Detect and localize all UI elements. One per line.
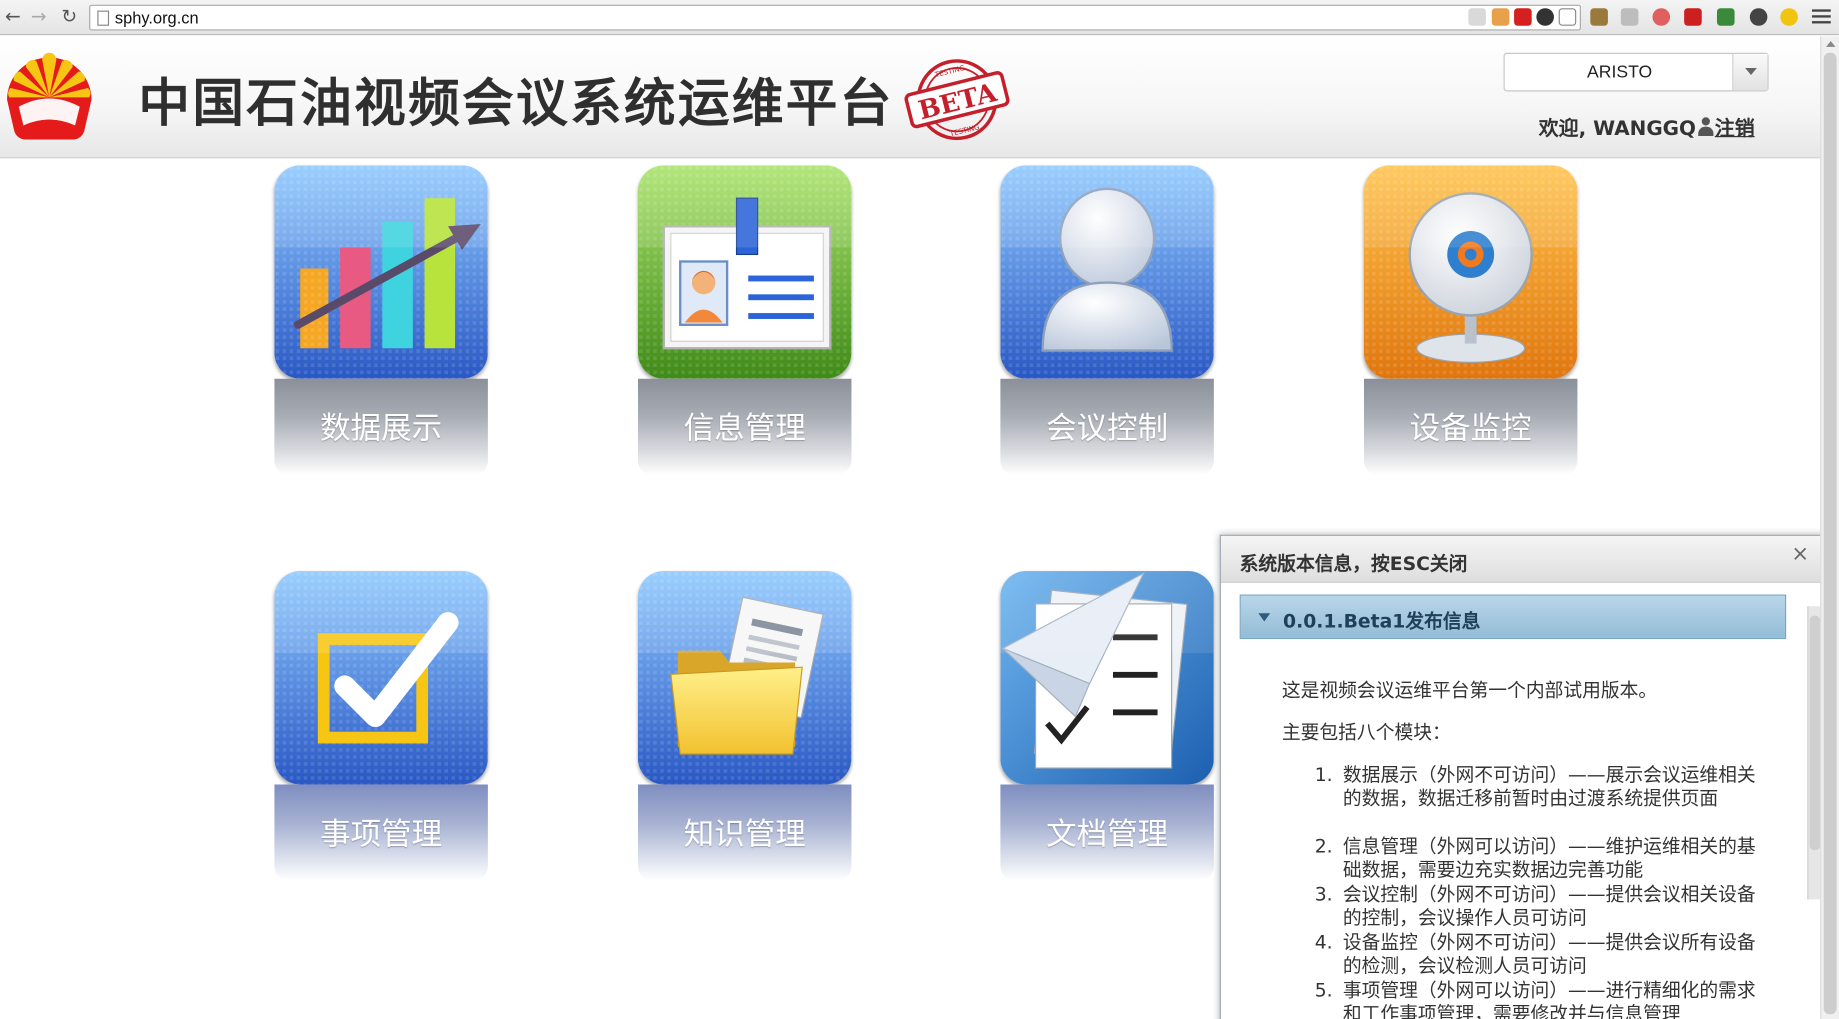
page-scrollbar-thumb[interactable] xyxy=(1823,52,1837,1015)
dialog-scrollbar-thumb[interactable] xyxy=(1809,615,1821,851)
tile-label: 文档管理 xyxy=(1000,784,1214,881)
extension-icon[interactable] xyxy=(1468,8,1486,26)
browser-toolbar: ← → ↻ sphy.org.cn xyxy=(0,0,1839,36)
id-card-icon[interactable] xyxy=(638,165,852,379)
bar-chart-icon[interactable] xyxy=(274,165,488,379)
page-icon xyxy=(97,10,110,26)
modules-heading: 主要包括八个模块： xyxy=(1281,721,1451,744)
user-icon xyxy=(1697,117,1714,137)
tile-data-display[interactable]: 数据展示 xyxy=(274,165,488,475)
extension-icon[interactable] xyxy=(1652,8,1671,26)
site-title: 中国石油视频会议系统运维平台 xyxy=(138,73,894,134)
beta-stamp: BETA TESTING TESTING xyxy=(904,59,1010,141)
back-icon[interactable]: ← xyxy=(2,5,23,28)
scroll-up-icon[interactable] xyxy=(1826,41,1836,47)
dialog-header: 系统版本信息，按ESC关闭 × xyxy=(1220,535,1824,583)
extension-icon[interactable] xyxy=(1491,8,1510,26)
page: ← → ↻ sphy.org.cn 中国石油视频会议系统运维平台 BETA TE… xyxy=(0,0,1839,1019)
tile-meeting-control[interactable]: 会议控制 xyxy=(1000,165,1214,475)
site-header: 中国石油视频会议系统运维平台 BETA TESTING TESTING ARIS… xyxy=(0,36,1839,159)
tile-task-management[interactable]: 事项管理 xyxy=(274,571,488,881)
tile-document-management[interactable]: 文档管理 xyxy=(1000,571,1214,881)
accordion-header[interactable]: 0.0.1.Beta1发布信息 xyxy=(1239,594,1787,640)
chevron-down-icon[interactable] xyxy=(1732,53,1768,91)
tile-label: 信息管理 xyxy=(638,378,852,475)
user-silhouette-icon[interactable] xyxy=(1000,165,1214,379)
extension-icon[interactable] xyxy=(1514,8,1532,26)
user-select-value: ARISTO xyxy=(1587,62,1653,83)
viewport: ← → ↻ sphy.org.cn 中国石油视频会议系统运维平台 BETA TE… xyxy=(0,0,1839,1019)
accordion-title: 0.0.1.Beta1发布信息 xyxy=(1283,609,1481,633)
checkbox-icon[interactable] xyxy=(274,571,488,785)
webcam-icon[interactable] xyxy=(1363,165,1578,379)
address-bar[interactable]: sphy.org.cn xyxy=(89,4,1581,31)
tile-label: 数据展示 xyxy=(274,378,488,475)
tile-label: 会议控制 xyxy=(1000,378,1214,475)
extension-icon[interactable] xyxy=(1716,8,1735,26)
extension-icon[interactable] xyxy=(1620,8,1639,26)
page-scrollbar[interactable] xyxy=(1820,36,1839,1019)
list-item: 1. 数据展示（外网不可访问）——展示会议运维相关的数据，数据迁移前暂时由过渡系… xyxy=(1314,763,1756,810)
extension-icon[interactable] xyxy=(1590,8,1608,26)
user-select[interactable]: ARISTO xyxy=(1503,52,1769,92)
bookmark-star-icon[interactable] xyxy=(1558,8,1577,26)
list-item: 4. 设备监控（外网不可访问）——提供会议所有设备的检测，会议检测人员可访问 xyxy=(1314,931,1756,977)
tile-label: 知识管理 xyxy=(638,784,852,881)
paper-plane-icon[interactable] xyxy=(1000,571,1214,785)
version-info-dialog: 系统版本信息，按ESC关闭 × 0.0.1.Beta1发布信息 这是视频会议运维… xyxy=(1219,534,1825,1019)
welcome-area: 欢迎, WANGGQ 注销 xyxy=(1538,111,1755,141)
extension-icon[interactable] xyxy=(1780,8,1798,26)
intro-text: 这是视频会议运维平台第一个内部试用版本。 xyxy=(1281,678,1658,702)
triangle-down-icon xyxy=(1258,613,1271,622)
tile-label: 设备监控 xyxy=(1363,378,1578,475)
list-item: 3. 会议控制（外网不可访问）——提供会议相关设备的控制，会议操作人员可访问 xyxy=(1314,882,1756,929)
accordion-body: 这是视频会议运维平台第一个内部试用版本。 主要包括八个模块： 1. 数据展示（外… xyxy=(1240,639,1787,1019)
forward-icon[interactable]: → xyxy=(28,5,49,28)
list-item: 2. 信息管理（外网可以访问）——维护运维相关的基础数据，需要边充实数据边完善功… xyxy=(1314,834,1756,881)
menu-icon[interactable] xyxy=(1811,7,1831,26)
extension-icon[interactable] xyxy=(1536,8,1554,26)
tile-label: 事项管理 xyxy=(274,784,488,881)
folder-icon[interactable] xyxy=(638,571,852,785)
close-icon[interactable]: × xyxy=(1791,544,1810,565)
module-list: 1. 数据展示（外网不可访问）——展示会议运维相关的数据，数据迁移前暂时由过渡系… xyxy=(1315,763,1761,1019)
logout-link[interactable]: 注销 xyxy=(1715,117,1755,140)
extension-icon[interactable] xyxy=(1684,8,1702,26)
tile-info-management[interactable]: 信息管理 xyxy=(638,165,852,475)
tile-device-monitor[interactable]: 设备监控 xyxy=(1363,165,1578,475)
list-item: 5. 事项管理（外网可以访问）——进行精细化的需求和工作事项管理，需要修改并与信… xyxy=(1314,979,1756,1019)
welcome-text: 欢迎, WANGGQ xyxy=(1538,117,1696,141)
tile-knowledge-management[interactable]: 知识管理 xyxy=(638,571,852,881)
petrochina-logo-icon xyxy=(7,52,92,140)
reload-icon[interactable]: ↻ xyxy=(59,5,80,28)
extension-icon[interactable] xyxy=(1749,8,1768,26)
dialog-title: 系统版本信息，按ESC关闭 xyxy=(1239,552,1468,575)
url-text: sphy.org.cn xyxy=(114,8,199,27)
